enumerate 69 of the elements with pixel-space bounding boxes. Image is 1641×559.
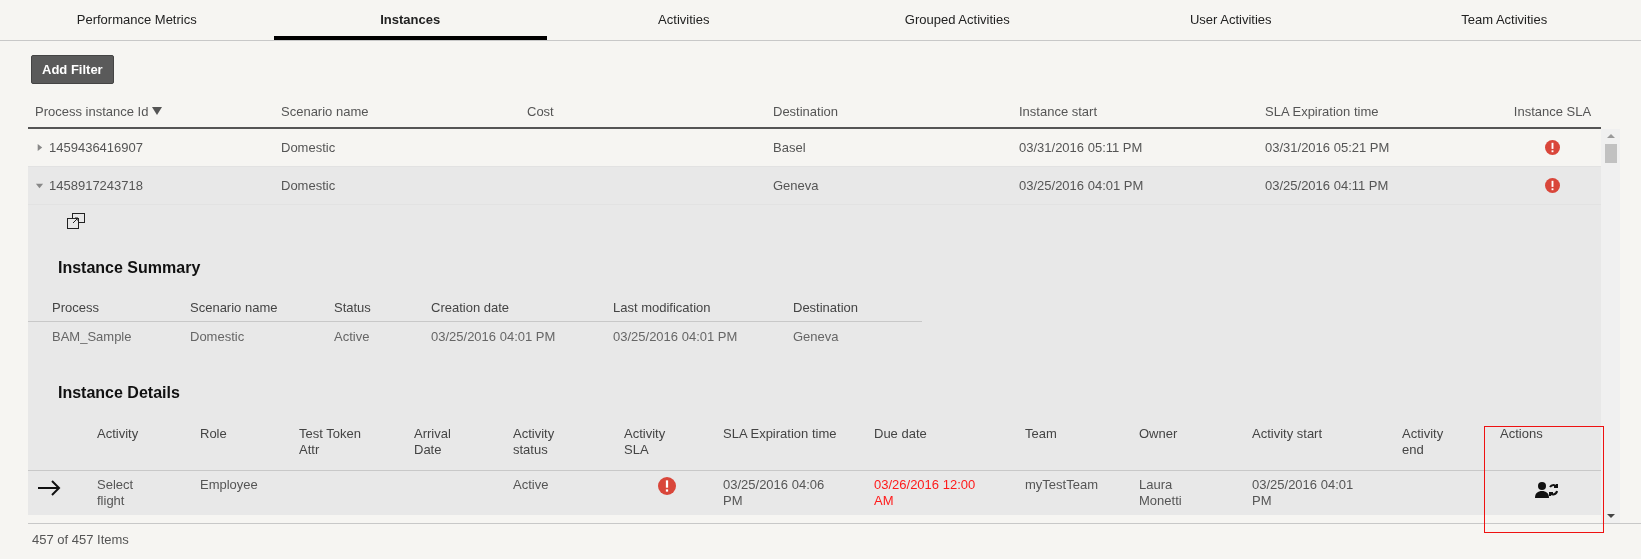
- table-cell: 03/25/2016 04:01 PM: [1019, 178, 1144, 193]
- table-cell-text: 03/26/2016 12:00 AM: [874, 477, 977, 509]
- column-header: Process: [51, 299, 100, 315]
- table-cell-text: 03/25/2016 04:06 PM: [723, 477, 826, 509]
- tab[interactable]: Team Activities: [1367, 0, 1641, 40]
- table-cell: myTestTeam: [1025, 477, 1098, 493]
- column-header[interactable]: Process instance Id: [35, 103, 149, 119]
- column-header: Role: [200, 426, 227, 442]
- table-cell-text: Domestic: [189, 328, 246, 344]
- scroll-thumb[interactable]: [1604, 144, 1617, 163]
- table-cell: Geneva: [773, 178, 819, 193]
- column-header: Destination: [792, 299, 860, 315]
- person-arrows-icon[interactable]: [1535, 481, 1559, 499]
- tab[interactable]: Activities: [547, 0, 821, 40]
- table-cell-text: Select flight: [97, 477, 135, 509]
- scroll-down-icon[interactable]: [1605, 513, 1616, 519]
- table-cell: Active: [513, 477, 549, 493]
- column-header: SLA Expiration time: [723, 426, 837, 442]
- tab[interactable]: Instances: [273, 0, 547, 40]
- table-cell: Basel: [773, 140, 806, 155]
- column-header[interactable]: SLA Expiration time: [1265, 103, 1379, 119]
- item-count: 457 of 457 Items: [31, 531, 130, 547]
- sort-icon[interactable]: [152, 106, 163, 116]
- expand-toggle-icon[interactable]: [35, 181, 44, 190]
- table-cell: 1459436416907: [49, 140, 143, 155]
- scrollbar[interactable]: [1601, 129, 1620, 523]
- windows-icon[interactable]: [67, 213, 85, 229]
- table-cell-text: BAM_Sample: [51, 328, 133, 344]
- column-header: Activity SLA: [624, 426, 667, 458]
- tab[interactable]: Grouped Activities: [820, 0, 1094, 40]
- table-cell: Domestic: [281, 140, 336, 155]
- expand-toggle-icon[interactable]: [35, 143, 44, 152]
- column-header[interactable]: Scenario name: [281, 103, 369, 119]
- column-header: Activity status: [513, 426, 556, 458]
- column-header: Arrival Date: [414, 426, 452, 458]
- column-header: Last modification: [612, 299, 712, 315]
- tab[interactable]: User Activities: [1094, 0, 1368, 40]
- column-header: Activity end: [1402, 426, 1445, 458]
- table-cell-text: 03/25/2016 04:01 PM: [430, 328, 557, 344]
- table-cell-text: 03/25/2016 04:01 PM: [1252, 477, 1355, 509]
- column-header: Team: [1025, 426, 1057, 442]
- add-filter-button[interactable]: Add Filter: [31, 54, 114, 84]
- column-header[interactable]: Instance SLA: [1513, 103, 1592, 119]
- column-header[interactable]: Cost: [527, 103, 554, 119]
- table-cell: Domestic: [281, 178, 336, 193]
- table-cell-text: Laura Monetti: [1139, 477, 1183, 509]
- tab[interactable]: Performance Metrics: [0, 0, 274, 40]
- column-header: Scenario name: [189, 299, 279, 315]
- table-cell: 03/31/2016 05:21 PM: [1265, 140, 1390, 155]
- column-header: Test Token Attr: [299, 426, 362, 458]
- table-cell: 1458917243718: [49, 178, 143, 193]
- column-header[interactable]: Instance start: [1019, 103, 1098, 119]
- table-cell: Employee: [200, 477, 258, 493]
- table-cell-text: Active: [333, 328, 371, 344]
- table-cell-text: Geneva: [792, 328, 840, 344]
- column-header[interactable]: Destination: [773, 103, 839, 119]
- column-header: Due date: [874, 426, 927, 442]
- column-header: Activity start: [1252, 426, 1323, 442]
- column-header: Status: [333, 299, 372, 315]
- column-header: Creation date: [430, 299, 511, 315]
- table-cell-text: 03/25/2016 04:01 PM: [612, 328, 739, 344]
- column-header: Owner: [1139, 426, 1178, 442]
- table-cell: 03/31/2016 05:11 PM: [1019, 140, 1143, 155]
- column-header: Actions: [1500, 426, 1543, 442]
- scroll-up-icon[interactable]: [1605, 133, 1616, 139]
- section-title: Instance Details: [58, 384, 181, 402]
- table-cell: 03/25/2016 04:11 PM: [1265, 178, 1389, 193]
- section-title: Instance Summary: [58, 259, 202, 277]
- column-header: Activity: [97, 426, 139, 442]
